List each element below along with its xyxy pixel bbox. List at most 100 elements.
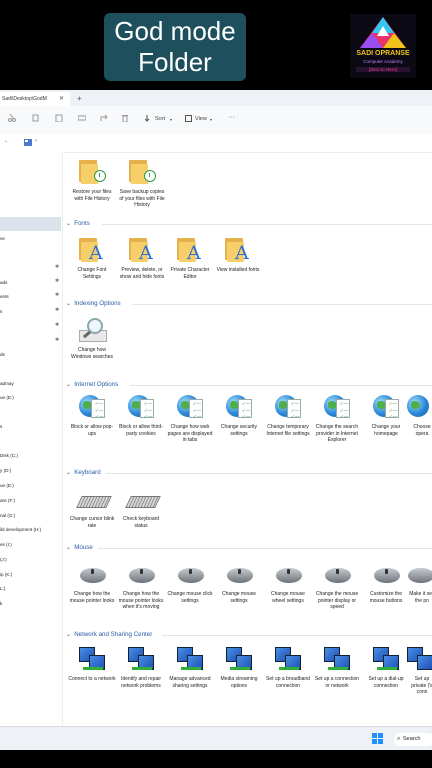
search-icon: ⌕ [397,736,401,742]
network-icon [177,645,203,671]
tab-title: Sadi\Desktop\GodM [2,96,47,102]
network-icon [324,645,350,671]
sidebar-item-this-pc[interactable]: s [0,424,2,429]
item-label: Check keyboard status [122,516,160,529]
tab-bar: Sadi\Desktop\GodM ✕ + [0,90,432,106]
keyboard-icon [76,485,112,511]
item-label: Change the search provider in Internet E… [315,424,359,444]
item-label: Change cursor blink rate [69,516,115,529]
up-arrow-icon[interactable]: ← [4,138,10,144]
item-label: Private Character Editor [170,267,210,280]
item-label: Save backup copies of your files with Fi… [119,189,165,209]
item-label: Change how Windows searches [71,347,113,360]
sidebar-item-drive-e-pinned[interactable]: ue (E:) [0,395,14,400]
chevron-down-icon: ⌄ [66,631,72,638]
item-label: Set up a broadband connection [266,676,310,689]
magnifier-icon [79,316,107,342]
navigation-pane: ve ads ents s ds admay ue (E:) s Disk (C… [0,152,63,750]
sidebar-item-pictures[interactable]: s [0,309,2,314]
chevron-down-icon: ▾ [170,117,173,122]
file-history-icon [129,158,156,184]
group-header-fonts[interactable]: ⌄ Fonts [66,220,90,227]
logo-text-name: SADI OPRANSE [356,50,410,57]
breadcrumb[interactable]: › [35,138,37,144]
sidebar-item-roadmap[interactable]: admay [0,381,14,386]
view-icon [185,115,192,122]
new-tab-button[interactable]: + [77,92,87,106]
chevron-down-icon: ⌄ [66,544,72,551]
sidebar-item-folder[interactable]: ds [0,352,5,357]
pin-icon: ✱ [55,307,60,313]
group-divider [106,473,432,474]
mouse-icon [407,560,432,586]
item-label: Change Font Settings [77,267,107,280]
sidebar-item-drive-d[interactable]: y (D:) [0,468,11,473]
windows-start-icon[interactable] [372,733,383,744]
delete-icon[interactable] [121,114,129,122]
sidebar-item-drive-l[interactable]: L:) [0,586,5,591]
item-label: Change your homepage [371,424,401,437]
group-divider [132,304,432,305]
group-divider [98,548,432,549]
academy-logo: SADI OPRANSE Computer Academy [Zero to H… [350,14,416,78]
view-button[interactable]: View [195,116,207,122]
sidebar-item-downloads[interactable]: ads [0,280,7,285]
sidebar-item-drive-f[interactable]: are (F:) [0,498,15,503]
sidebar-item-documents[interactable]: ents [0,294,9,299]
copy-icon[interactable] [32,114,40,122]
sidebar-item-drive-c[interactable]: Disk (C:) [0,453,18,458]
network-icon [226,645,252,671]
pin-icon: ✱ [55,292,60,298]
item-label: Block or allow third-party cookies [119,424,163,437]
rename-icon[interactable] [78,114,86,122]
globe-checklist-icon: ✓— ✓— ✓— [128,393,154,419]
sidebar-item-drive-j[interactable]: (J:) [0,557,7,562]
sidebar-item-home[interactable]: ve [0,236,5,241]
close-icon[interactable]: ✕ [59,92,69,106]
sidebar-item-drive-i[interactable]: es (I:) [0,542,12,547]
sidebar-item-drive-g[interactable]: nal (G:) [0,513,15,518]
globe-checklist-icon: ✓— ✓— ✓— [79,393,105,419]
item-label: Connect to a network [68,676,116,682]
group-header-internet[interactable]: ⌄ Internet Options [66,381,118,388]
fonts-folder-icon: A [225,236,251,263]
item-label: Set up a dial-up connection [368,676,404,689]
logo-text-tagline: [Zero to Hero] [356,67,410,72]
item-label: Make it see the po [409,591,432,604]
cut-icon[interactable] [8,114,16,122]
item-label: Change the mouse pointer display or spee… [315,591,359,611]
item-label: Change mouse wheel settings [271,591,305,604]
file-history-icon [79,158,106,184]
mouse-icon [373,560,400,586]
pin-icon: ✱ [55,322,60,328]
sidebar-item-drive-h[interactable]: ild development (H:) [0,527,41,532]
address-bar[interactable]: ← › [0,134,432,153]
sidebar-item-drive-k[interactable]: ip (K:) [0,572,12,577]
item-label: Change how web pages are displayed in ta… [167,424,213,444]
network-icon [79,645,105,671]
sidebar-item-network[interactable]: k [0,601,2,606]
mouse-icon [324,560,351,586]
group-header-network[interactable]: ⌄ Network and Sharing Center [66,631,152,638]
sort-button[interactable]: Sort [155,116,165,122]
taskbar-search-box[interactable]: ⌕ Search [394,733,432,746]
items-view: Restore your files with File History Sav… [62,152,432,750]
paste-icon[interactable] [55,114,63,122]
network-icon [128,645,154,671]
fonts-folder-icon: A [79,236,105,263]
pin-icon: ✱ [55,278,60,284]
group-header-indexing[interactable]: ⌄ Indexing Options [66,300,121,307]
more-options-button[interactable]: ··· [228,114,235,121]
globe-checklist-icon [407,393,432,419]
item-label: Preview, delete, or show and hide fonts [119,267,165,280]
group-header-mouse[interactable]: ⌄ Mouse [66,544,93,551]
item-label: Change security settings [220,424,258,437]
item-label: Media streaming options [220,676,258,689]
group-header-keyboard[interactable]: ⌄ Keyboard [66,469,101,476]
item-label: Restore your files with File History [72,189,112,202]
share-icon[interactable] [100,114,108,122]
item-label: Change temporary Internet file settings [266,424,310,437]
sidebar-item-drive-e[interactable]: ue (E:) [0,483,14,488]
pin-icon: ✱ [55,264,60,270]
banner-title-line1: God mode [114,16,236,46]
